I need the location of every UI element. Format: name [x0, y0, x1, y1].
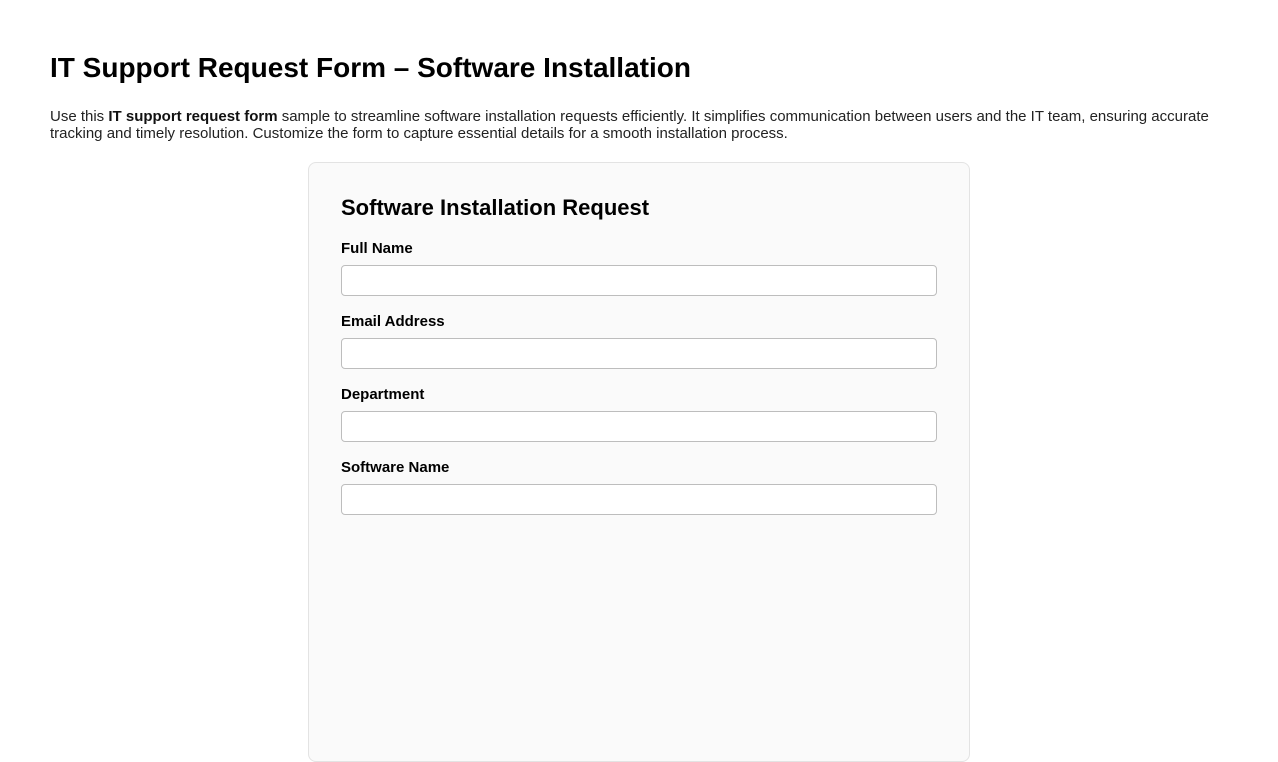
page: IT Support Request Form – Software Insta… [0, 0, 1278, 762]
intro-text-start: Use this [50, 108, 109, 125]
full-name-label: Full Name [341, 240, 413, 257]
page-title: IT Support Request Form – Software Insta… [50, 52, 691, 83]
field-software-name: Software Name [341, 460, 937, 515]
department-label: Department [341, 386, 425, 403]
intro-bold-text: IT support request form [108, 108, 278, 125]
software-name-label: Software Name [341, 459, 450, 476]
form-card: Software Installation Request Full Name … [308, 162, 970, 762]
email-address-label: Email Address [341, 313, 445, 330]
software-name-input[interactable] [341, 484, 937, 515]
form-heading: Software Installation Request [341, 195, 650, 220]
field-full-name: Full Name [341, 241, 937, 296]
department-input[interactable] [341, 411, 937, 442]
field-department: Department [341, 387, 937, 442]
full-name-input[interactable] [341, 265, 937, 296]
field-email-address: Email Address [341, 314, 937, 369]
intro-paragraph: Use this IT support request form sample … [50, 108, 1228, 142]
email-address-input[interactable] [341, 338, 937, 369]
